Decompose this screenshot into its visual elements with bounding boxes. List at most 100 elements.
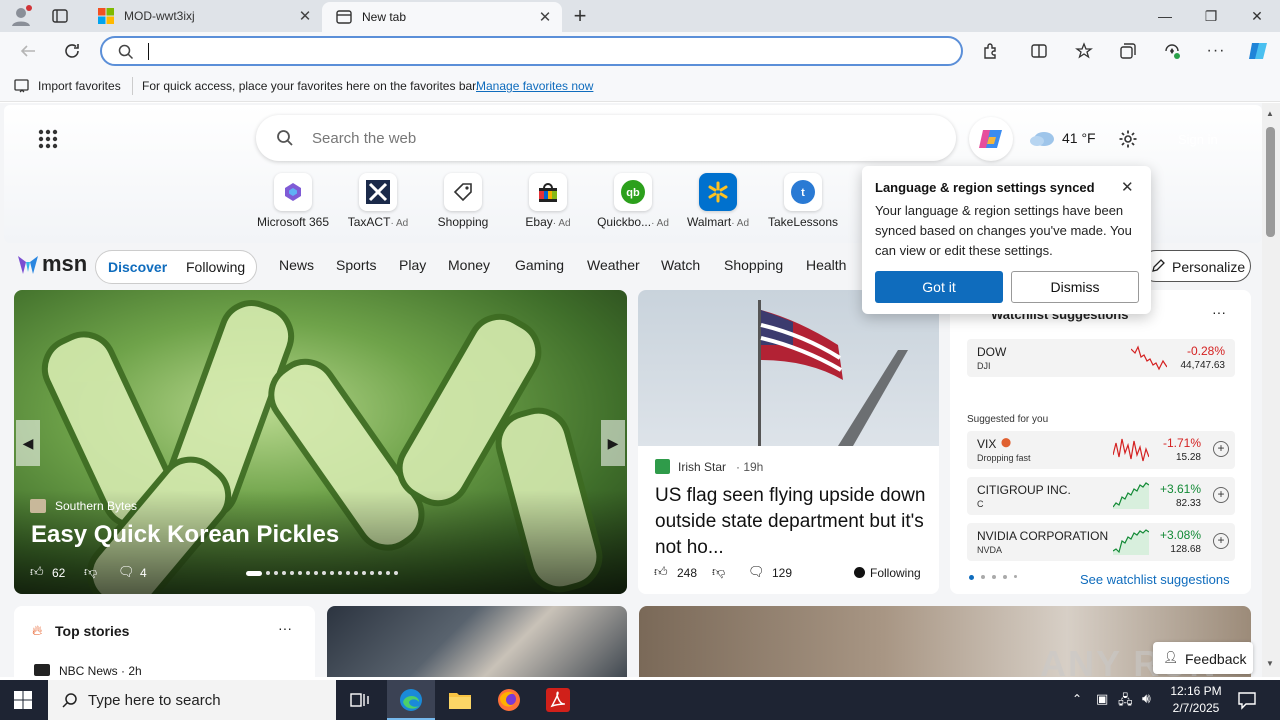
close-tab-icon[interactable]: ✕ [534,8,556,26]
watchlist-row-citigroup[interactable]: CITIGROUP INC. C +3.61% 82.33 + [967,477,1235,515]
close-tab-icon[interactable]: ✕ [294,7,316,25]
nav-sports[interactable]: Sports [336,257,376,273]
story-title[interactable]: Easy Quick Korean Pickles [31,521,339,549]
close-window-button[interactable]: ✕ [1234,0,1280,32]
minimize-button[interactable]: — [1142,0,1188,32]
notifications-icon[interactable] [1237,690,1257,710]
task-view-icon[interactable] [350,691,370,709]
import-favorites-button[interactable]: Import favorites [38,79,121,93]
acrobat-icon[interactable] [546,688,570,712]
nav-weather[interactable]: Weather [587,257,640,273]
nav-health[interactable]: Health [806,257,846,273]
settings-gear-icon[interactable] [1118,129,1138,149]
quick-link-shopping[interactable]: Shopping [421,173,505,229]
scroll-down-icon[interactable]: ▼ [1266,659,1274,668]
favorites-icon[interactable] [1074,41,1094,61]
address-input[interactable] [148,43,928,60]
quick-link-taxact[interactable]: TaxACT· Ad [336,173,420,229]
carousel-prev-button[interactable]: ◀ [16,420,40,466]
see-watchlist-link[interactable]: See watchlist suggestions [1080,572,1230,587]
workspaces-icon[interactable] [52,8,68,24]
more-options-icon[interactable]: ··· [1206,41,1226,61]
watchlist-row-nvidia[interactable]: NVIDIA CORPORATION NVDA +3.08% 128.68 + [967,523,1235,561]
nav-news[interactable]: News [279,257,314,273]
firefox-icon[interactable] [497,688,521,712]
comment-icon[interactable]: 🗨︎ [748,564,765,580]
takelessons-icon: t [784,173,822,211]
new-tab-button[interactable]: + [566,0,594,32]
sign-in-button[interactable]: Sign in [1178,132,1218,147]
more-options-icon[interactable]: ··· [1212,304,1226,320]
tab-mod[interactable]: MOD-wwt3ixj ✕ [84,0,322,32]
taskbar-search[interactable]: Type here to search [48,680,336,720]
personalize-button[interactable]: Personalize [1140,250,1251,282]
volume-icon[interactable]: 🔊︎ [1142,690,1151,707]
show-hidden-icons[interactable]: ⌃ [1072,692,1082,706]
extensions-icon[interactable] [981,41,1001,61]
chevron-left-icon: ◀ [22,434,34,451]
quick-link-microsoft-365[interactable]: Microsoft 365 [251,173,335,229]
quick-link-ebay[interactable]: Ebay· Ad [506,173,590,229]
quick-link-takelessons[interactable]: t TakeLessons [761,173,845,229]
hero-story-card[interactable]: ◀ ▶ Southern Bytes Easy Quick Korean Pic… [14,290,627,594]
tab-new-tab[interactable]: New tab ✕ [322,2,562,32]
manage-favorites-link[interactable]: Manage favorites now [476,79,593,93]
like-icon[interactable]: 👍︎ [654,564,668,580]
following-label[interactable]: Following [870,566,921,580]
restore-button[interactable]: ❐ [1188,0,1234,32]
msn-logo[interactable]: msn [16,251,87,277]
refresh-icon[interactable] [62,41,82,61]
watchlist-row-dow[interactable]: DOW DJI -0.28% 44,747.63 [967,339,1235,377]
close-icon[interactable]: ✕ [1121,178,1134,196]
got-it-button[interactable]: Got it [875,271,1003,303]
add-to-watchlist-button[interactable]: + [1213,441,1229,457]
web-search-box[interactable]: Search the web [256,115,956,161]
quick-link-quickbooks[interactable]: qb Quickbo...· Ad [591,173,675,229]
file-explorer-icon[interactable] [448,689,472,711]
collections-icon[interactable] [1118,41,1138,61]
sparkline-chart [1113,438,1149,462]
dismiss-button[interactable]: Dismiss [1011,271,1139,303]
nav-shopping[interactable]: Shopping [724,257,783,273]
comment-icon[interactable]: 🗨︎ [118,564,135,580]
scroll-thumb[interactable] [1266,127,1275,237]
nav-play[interactable]: Play [399,257,426,273]
weather-widget[interactable]: 41 °F [1028,129,1096,147]
back-icon[interactable] [18,41,38,61]
clock[interactable]: 12:16 PM 2/7/2025 [1168,683,1224,717]
nav-gaming[interactable]: Gaming [515,257,564,273]
taskbar-edge-button[interactable] [387,680,435,720]
copilot-icon[interactable] [1246,39,1270,63]
app-launcher-icon[interactable] [38,129,58,149]
nav-watch[interactable]: Watch [661,257,700,273]
tab-discover[interactable]: Discover [108,259,167,275]
browser-essentials-icon[interactable] [1162,41,1182,61]
story-time: · 19h [736,460,764,474]
tab-following[interactable]: Following [186,259,245,275]
more-options-icon[interactable]: ··· [278,620,292,636]
dislike-icon[interactable]: 👎︎ [84,564,97,580]
toolbar: ··· [0,32,1280,70]
story-card[interactable]: Irish Star · 19h US flag seen flying ups… [638,290,939,594]
watchlist-row-vix[interactable]: VIX ⬤ Dropping fast -1.71% 15.28 + [967,431,1235,469]
scroll-up-icon[interactable]: ▲ [1266,109,1274,118]
address-bar[interactable] [100,36,963,66]
add-to-watchlist-button[interactable]: + [1213,533,1229,549]
nav-money[interactable]: Money [448,257,490,273]
feedback-button[interactable]: 👤︎ Feedback [1153,642,1253,674]
quick-link-walmart[interactable]: Walmart· Ad [676,173,760,229]
split-screen-icon[interactable] [1029,41,1049,61]
start-button[interactable] [14,691,32,709]
device-icon[interactable]: ▣ [1096,691,1108,707]
dislike-icon[interactable]: 👎︎ [712,564,725,580]
story-card[interactable] [327,606,627,677]
network-icon[interactable]: 🖧︎ [1118,691,1133,713]
copilot-button[interactable] [969,117,1013,161]
page-scrollbar[interactable]: ▲ ▼ [1262,103,1280,677]
carousel-next-button[interactable]: ▶ [601,420,625,466]
profile-icon[interactable] [10,5,32,27]
like-icon[interactable]: 👍︎ [30,564,44,580]
story-title[interactable]: US flag seen flying upside down outside … [655,483,927,561]
copilot-icon [979,130,1002,148]
add-to-watchlist-button[interactable]: + [1213,487,1229,503]
